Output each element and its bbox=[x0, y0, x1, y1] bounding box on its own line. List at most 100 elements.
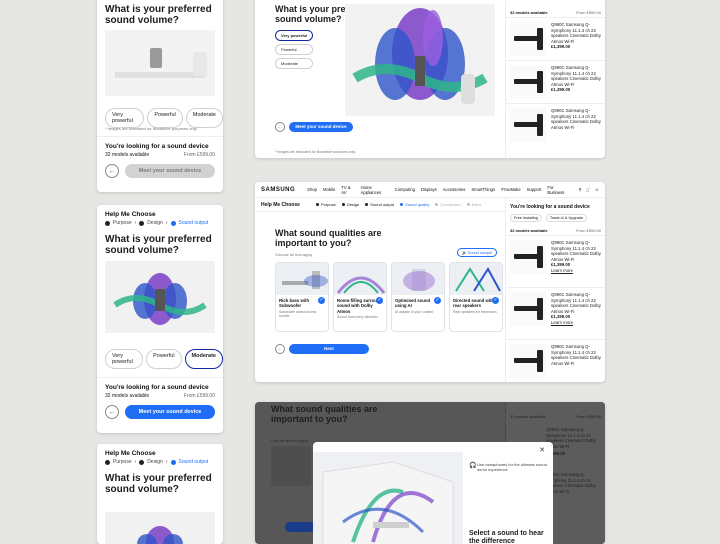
samsung-logo[interactable]: SAMSUNG bbox=[261, 187, 295, 193]
nav-youmake[interactable]: #YouMake bbox=[501, 187, 521, 192]
back-arrow-button[interactable]: ← bbox=[105, 164, 119, 178]
quality-card-ai[interactable]: ✓ Optimised sound using AI AI adjusts to… bbox=[391, 262, 445, 332]
learn-more-link[interactable]: Learn more bbox=[551, 268, 601, 274]
looking-title: You're looking for a sound device bbox=[105, 143, 209, 150]
nav-accessories[interactable]: Accessories bbox=[443, 187, 466, 192]
room-scene-with-wave bbox=[105, 261, 215, 333]
back-arrow-button[interactable]: ← bbox=[275, 344, 285, 354]
from-price: From £599.00 bbox=[576, 414, 601, 419]
back-arrow-button[interactable]: ← bbox=[275, 122, 285, 132]
meet-device-button[interactable]: Meet your sound device bbox=[125, 405, 215, 419]
room-3d-illustration bbox=[313, 452, 463, 544]
step-dot bbox=[466, 203, 470, 206]
option-powerful[interactable]: Powerful bbox=[275, 44, 314, 55]
looking-title: You're looking for a sound device bbox=[105, 384, 209, 391]
cart-icon[interactable]: 🛒 bbox=[586, 187, 591, 193]
product-name: Q990C Samsung Q-Symphony 11.1.4 ch 22 sp… bbox=[551, 344, 601, 366]
nav-mobile[interactable]: Mobile bbox=[323, 187, 335, 192]
product-card[interactable]: Q990C Samsung Q-Symphony 11.1.4 ch 22 sp… bbox=[506, 235, 605, 287]
option-very-powerful[interactable]: Very powerful bbox=[105, 349, 144, 369]
product-card[interactable]: Q990C Samsung Q-Symphony 11.1.4 ch 22 sp… bbox=[506, 60, 605, 103]
check-icon: ✓ bbox=[434, 297, 441, 304]
step-sound-quality[interactable]: Sound quality bbox=[405, 202, 429, 207]
chevron-right-icon: › bbox=[165, 220, 168, 226]
step-purpose[interactable]: Purpose bbox=[321, 202, 336, 207]
option-powerful[interactable]: Powerful bbox=[147, 108, 183, 128]
option-very-powerful-selected[interactable]: Very powerful bbox=[275, 30, 314, 41]
nav-displays[interactable]: Displays bbox=[421, 187, 437, 192]
step-dot-1 bbox=[105, 459, 110, 465]
mobile-card-2: Help Me Choose Purpose › Design › Sound ou… bbox=[97, 205, 223, 433]
quality-card-dimmed bbox=[271, 446, 311, 486]
product-card[interactable]: Q990C Samsung Q-Symphony 11.1.4 ch 22 sp… bbox=[506, 17, 605, 60]
disclaimer: * Images are simulated for illustrative … bbox=[275, 150, 356, 154]
option-powerful[interactable]: Powerful bbox=[146, 349, 182, 369]
room-scene-with-wave bbox=[105, 512, 215, 544]
user-icon[interactable]: ☺ bbox=[595, 187, 599, 192]
from-price: From £599.00 bbox=[183, 393, 215, 399]
option-very-powerful[interactable]: Very powerful bbox=[105, 108, 145, 128]
sound-beam-graphic bbox=[322, 461, 454, 544]
nav-for-business[interactable]: For Business bbox=[547, 185, 568, 195]
step-extra[interactable]: Extra bbox=[472, 202, 481, 207]
mobile-card-3: Help Me Choose Purpose › Design › Sound ou… bbox=[97, 444, 223, 544]
models-count: 32 models available bbox=[105, 152, 150, 158]
from-price: From £599.00 bbox=[576, 10, 601, 15]
headphones-icon: 🎧 bbox=[469, 463, 477, 469]
soundbar-image bbox=[510, 108, 546, 142]
from-price: From £599.00 bbox=[183, 152, 215, 158]
quality-card-rear[interactable]: ✓ Directed sound with rear speakers Rear… bbox=[449, 262, 503, 332]
nav-computing[interactable]: Computing bbox=[395, 187, 415, 192]
chevron-right-icon: › bbox=[165, 459, 168, 465]
nav-shop[interactable]: Shop bbox=[307, 187, 317, 192]
product-name: Q990C Samsung Q-Symphony 11.1.4 ch 22 sp… bbox=[551, 108, 601, 130]
meet-device-button[interactable]: Meet your sound device bbox=[125, 164, 215, 178]
step-design[interactable]: Design bbox=[347, 202, 359, 207]
step-sound-output[interactable]: Sound output bbox=[370, 202, 394, 207]
soundbar-image bbox=[510, 292, 546, 326]
back-arrow-button[interactable]: ← bbox=[105, 405, 119, 419]
question-title: What sound qualities are important to yo… bbox=[275, 228, 382, 249]
step-label-3: Sound output bbox=[178, 220, 209, 226]
question-title: What is your preferred sound volume? bbox=[105, 4, 212, 27]
rear-speaker-illustration bbox=[450, 263, 502, 295]
step-dot bbox=[365, 203, 369, 206]
option-moderate[interactable]: Moderate bbox=[275, 58, 314, 69]
soundbar-image bbox=[510, 65, 546, 99]
step-connection[interactable]: Connection bbox=[440, 202, 460, 207]
product-card[interactable]: Q990C Samsung Q-Symphony 11.1.4 ch 22 sp… bbox=[506, 103, 605, 146]
option-moderate[interactable]: Moderate bbox=[185, 108, 223, 128]
nav-support[interactable]: Support bbox=[527, 187, 542, 192]
help-title: Help Me Choose bbox=[105, 450, 156, 457]
quality-card-bass[interactable]: ✓ Rich bass with Subwoofer Subwoofer add… bbox=[275, 262, 329, 332]
step-dot bbox=[341, 203, 345, 206]
product-card[interactable]: Q990C Samsung Q-Symphony 11.1.4 ch 22 sp… bbox=[506, 339, 605, 382]
search-icon[interactable]: ⚲ bbox=[578, 187, 581, 192]
close-icon[interactable]: ✕ bbox=[539, 446, 545, 454]
sound-wave-graphic bbox=[113, 273, 207, 325]
check-icon: ✓ bbox=[492, 297, 499, 304]
modal-select-title: Select a sound to hear the difference bbox=[469, 530, 544, 544]
nav-home-appliances[interactable]: Home Appliances bbox=[361, 185, 389, 195]
sound-wave-graphic bbox=[137, 526, 183, 544]
step-indicator: Purpose › Design › Sound output bbox=[97, 220, 223, 226]
quality-card-atmos[interactable]: ✓ Room-filling surround sound with Dolby… bbox=[333, 262, 387, 332]
filter-chip[interactable]: Trade-in & Upgrade bbox=[545, 214, 588, 222]
sound-sample-button[interactable]: 🔊 Sound sample bbox=[457, 248, 498, 257]
nav-smartthings[interactable]: SmartThings bbox=[471, 187, 495, 192]
question-title: What sound qualities are important to yo… bbox=[271, 404, 378, 425]
learn-more-link[interactable]: Learn more bbox=[551, 320, 601, 326]
chevron-right-icon: › bbox=[134, 220, 137, 226]
ai-illustration bbox=[392, 263, 444, 295]
product-name: Q990C Samsung Q-Symphony 11.1.4 ch 22 sp… bbox=[551, 240, 601, 262]
meet-device-button[interactable]: Meet your sound device bbox=[289, 122, 353, 132]
nav-tv-av[interactable]: TV & AV bbox=[341, 185, 354, 195]
next-button[interactable]: Next bbox=[289, 344, 369, 354]
step-label-1: Purpose bbox=[113, 459, 132, 465]
option-moderate-selected[interactable]: Moderate bbox=[184, 349, 223, 369]
product-card[interactable]: Q990C Samsung Q-Symphony 11.1.4 ch 22 sp… bbox=[506, 287, 605, 339]
quality-desc: Sound from every direction bbox=[337, 315, 378, 320]
soundbar-image bbox=[510, 344, 546, 378]
filter-chip[interactable]: Free Installing bbox=[510, 214, 542, 222]
models-count: 32 models available bbox=[510, 10, 548, 15]
